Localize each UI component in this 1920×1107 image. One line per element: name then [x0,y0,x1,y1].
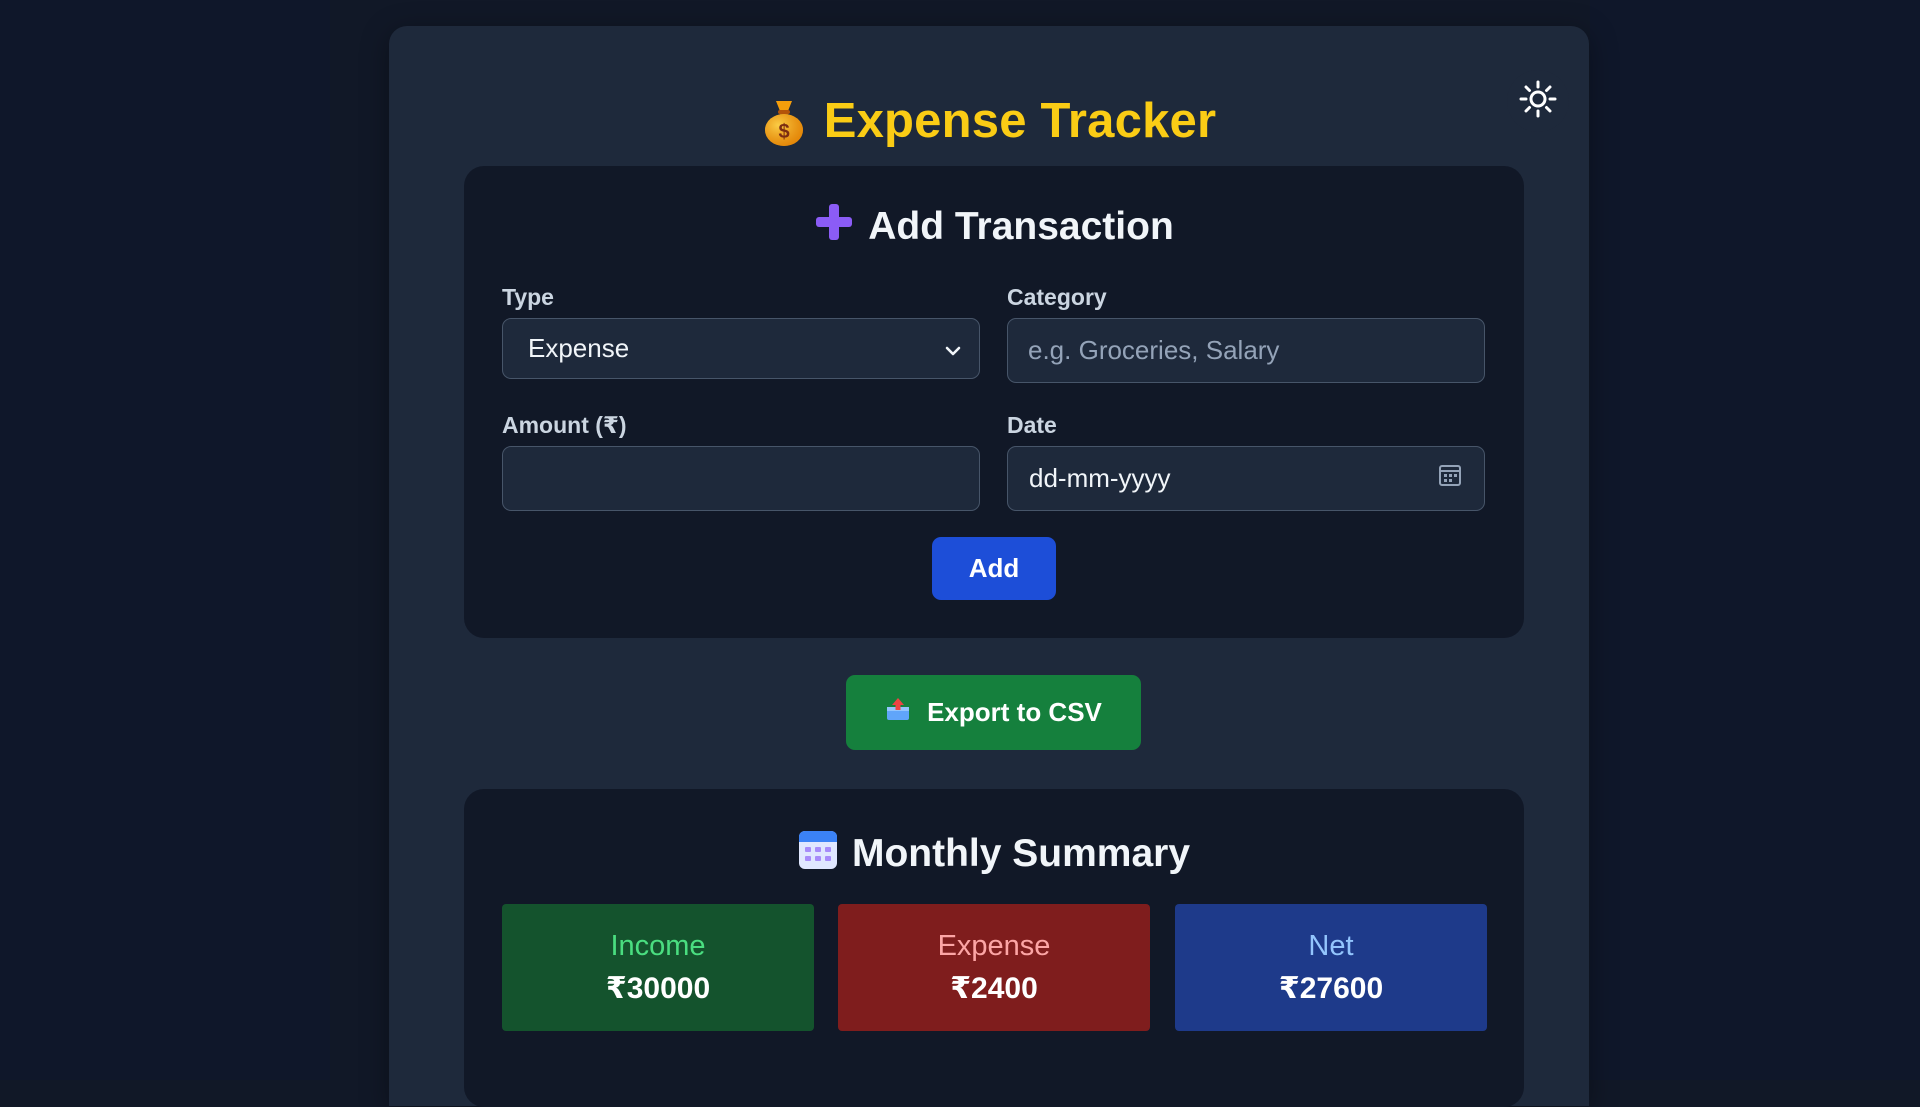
add-button[interactable]: Add [932,537,1056,600]
amount-input[interactable] [502,446,980,511]
title-wrap: $ Expense Tracker [762,93,1217,149]
net-label: Net [1308,929,1354,962]
date-placeholder: dd-mm-yyyy [1029,463,1171,493]
theme-toggle-button[interactable] [1507,70,1569,132]
outbox-tray-icon [885,696,911,729]
expense-label: Expense [937,929,1051,962]
calendar-icon [798,828,838,880]
page-background-right [1590,0,1920,1080]
app-title: Expense Tracker [823,94,1217,148]
date-input[interactable]: dd-mm-yyyy [1007,446,1485,511]
add-transaction-title: Add Transaction [868,205,1174,248]
chevron-down-icon [945,333,961,364]
expense-value: ₹2400 [950,971,1038,1005]
monthly-summary-heading: Monthly Summary [464,826,1524,882]
income-value: ₹30000 [605,971,711,1005]
monthly-summary-panel: Monthly Summary Income ₹30000 Expense ₹2… [464,789,1524,1107]
category-placeholder: e.g. Groceries, Salary [1028,335,1280,365]
money-bag-icon: $ [762,97,806,146]
add-transaction-panel: Add Transaction Type Expense Category e.… [464,166,1524,638]
monthly-summary-title: Monthly Summary [851,832,1191,875]
date-label: Date [1007,412,1057,438]
export-csv-button[interactable]: Export to CSV [846,675,1141,750]
page-background-left [0,0,330,1080]
type-label: Type [502,284,554,310]
sun-icon [1518,79,1558,124]
category-label: Category [1007,284,1107,310]
category-input[interactable]: e.g. Groceries, Salary [1007,318,1485,383]
income-card: Income ₹30000 [502,904,814,1031]
amount-label: Amount (₹) [502,412,627,438]
add-transaction-heading: Add Transaction [464,202,1524,252]
plus-icon [814,202,854,252]
app-card: $ Expense Tracker Add Transaction Type E… [389,26,1589,1107]
net-card: Net ₹27600 [1175,904,1487,1031]
type-select[interactable]: Expense [502,318,980,379]
type-select-value: Expense [528,333,630,363]
header: $ Expense Tracker [389,66,1589,176]
export-csv-label: Export to CSV [927,697,1102,727]
net-value: ₹27600 [1278,971,1384,1005]
expense-card: Expense ₹2400 [838,904,1150,1031]
svg-text:$: $ [778,121,789,143]
income-label: Income [610,929,706,962]
calendar-picker-icon[interactable] [1438,463,1462,494]
